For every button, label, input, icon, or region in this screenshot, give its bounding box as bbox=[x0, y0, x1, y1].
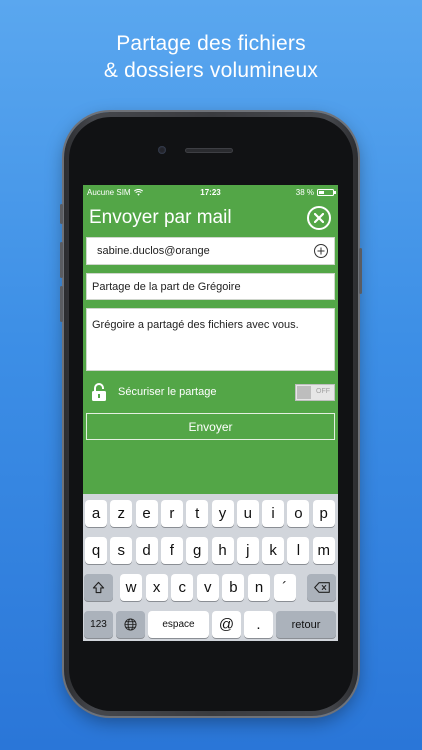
key-n[interactable]: n bbox=[248, 574, 270, 601]
key-w[interactable]: w bbox=[120, 574, 142, 601]
plus-circle-icon bbox=[317, 247, 325, 255]
send-button[interactable]: Envoyer bbox=[86, 413, 335, 440]
status-bar: Aucune SIM 17:23 38 % bbox=[83, 185, 338, 199]
front-camera bbox=[158, 146, 166, 154]
key-v[interactable]: v bbox=[196, 574, 219, 601]
key-f[interactable]: f bbox=[160, 537, 183, 564]
key-r[interactable]: r bbox=[160, 500, 183, 527]
shift-icon bbox=[92, 581, 105, 594]
subject-field[interactable]: Partage de la part de Grégoire bbox=[86, 273, 335, 300]
volume-up-button bbox=[60, 242, 63, 278]
shift-key[interactable] bbox=[84, 574, 113, 601]
key-o[interactable]: o bbox=[287, 500, 310, 527]
at-key[interactable]: @ bbox=[212, 611, 241, 638]
mute-switch bbox=[60, 204, 63, 224]
add-recipient-button[interactable] bbox=[314, 244, 328, 258]
backspace-icon bbox=[313, 582, 330, 593]
carrier-label: Aucune SIM bbox=[87, 187, 131, 197]
key-b[interactable]: b bbox=[222, 574, 245, 601]
key-acute[interactable]: ´ bbox=[273, 574, 296, 601]
battery-percent: 38 % bbox=[295, 187, 314, 197]
key-z[interactable]: z bbox=[110, 500, 133, 527]
key-x[interactable]: x bbox=[145, 574, 168, 601]
battery-fill bbox=[319, 190, 324, 194]
key-u[interactable]: u bbox=[236, 500, 259, 527]
key-q[interactable]: q bbox=[85, 537, 107, 564]
secure-share-toggle[interactable]: OFF bbox=[295, 383, 335, 401]
wifi-icon bbox=[133, 188, 143, 196]
backspace-key[interactable] bbox=[307, 574, 336, 601]
volume-down-button bbox=[60, 286, 63, 322]
status-time: 17:23 bbox=[200, 187, 221, 197]
key-k[interactable]: k bbox=[262, 537, 285, 564]
message-body-value: Grégoire a partagé des fichiers avec vou… bbox=[92, 319, 299, 331]
return-key[interactable]: retour bbox=[276, 611, 336, 638]
space-key[interactable]: espace bbox=[148, 611, 209, 638]
key-h[interactable]: h bbox=[211, 537, 234, 564]
key-l[interactable]: l bbox=[287, 537, 310, 564]
secure-share-label: Sécuriser le partage bbox=[118, 386, 217, 398]
earpiece-speaker bbox=[185, 148, 233, 153]
toggle-knob bbox=[297, 385, 311, 399]
message-body-field[interactable]: Grégoire a partagé des fichiers avec vou… bbox=[86, 308, 335, 371]
toggle-state-label: OFF bbox=[316, 387, 330, 395]
key-a[interactable]: a bbox=[85, 500, 107, 527]
key-d[interactable]: d bbox=[135, 537, 158, 564]
battery-icon bbox=[317, 188, 336, 196]
key-t[interactable]: t bbox=[186, 500, 209, 527]
power-button bbox=[359, 248, 362, 294]
dot-key[interactable]: . bbox=[244, 611, 273, 638]
recipient-value: sabine.duclos@orange bbox=[97, 245, 210, 257]
headline-line-2: & dossiers volumineux bbox=[103, 59, 319, 82]
close-button[interactable] bbox=[307, 206, 331, 230]
lock-icon bbox=[92, 383, 106, 401]
recipient-field[interactable]: sabine.duclos@orange bbox=[86, 237, 335, 265]
key-m[interactable]: m bbox=[312, 537, 335, 564]
nav-title: Envoyer par mail bbox=[89, 207, 232, 228]
headline-line-1: Partage des fichiers bbox=[116, 32, 306, 55]
globe-icon bbox=[124, 618, 137, 631]
subject-value: Partage de la part de Grégoire bbox=[92, 280, 241, 293]
key-g[interactable]: g bbox=[186, 537, 209, 564]
secure-share-row: Sécuriser le partage OFF bbox=[91, 381, 335, 403]
keyboard-row-4: 123 espace @ . retour bbox=[83, 611, 338, 638]
key-y[interactable]: y bbox=[211, 500, 234, 527]
key-i[interactable]: i bbox=[262, 500, 285, 527]
nav-bar: Envoyer par mail bbox=[83, 199, 338, 237]
keyboard-row-3: w x c v b n ´ bbox=[83, 574, 338, 601]
key-e[interactable]: e bbox=[135, 500, 158, 527]
numbers-key[interactable]: 123 bbox=[84, 611, 113, 638]
key-c[interactable]: c bbox=[171, 574, 194, 601]
app-screen: Aucune SIM 17:23 38 % Envoyer par mail s… bbox=[83, 185, 338, 641]
key-p[interactable]: p bbox=[312, 500, 335, 527]
keyboard-row-2: qsdfghjklm bbox=[83, 537, 338, 564]
keyboard-row-1: azertyuiop bbox=[83, 500, 338, 527]
keyboard: azertyuiop qsdfghjklm wxcvbn´ 123 bbox=[83, 494, 338, 641]
key-j[interactable]: j bbox=[236, 537, 259, 564]
key-s[interactable]: s bbox=[110, 537, 133, 564]
close-icon bbox=[314, 213, 324, 223]
headline: Partage des fichiers & dossiers volumine… bbox=[0, 30, 422, 84]
globe-key[interactable] bbox=[116, 611, 145, 638]
